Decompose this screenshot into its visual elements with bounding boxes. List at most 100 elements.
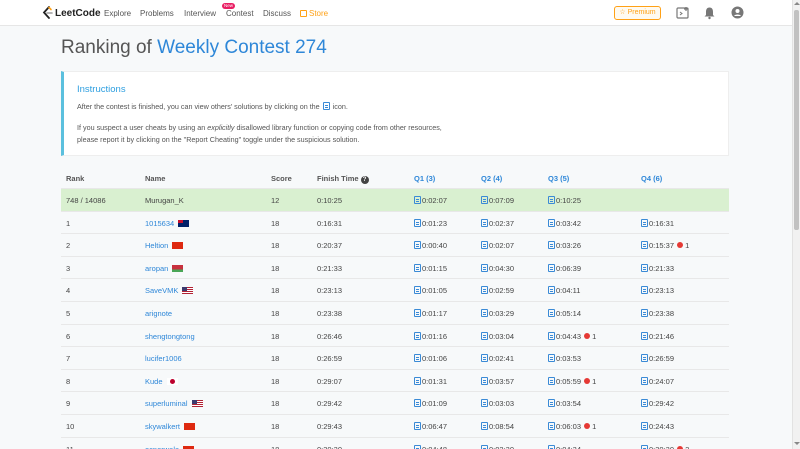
solution-doc-icon[interactable] xyxy=(481,444,488,449)
solution-doc-icon[interactable] xyxy=(641,309,648,317)
solution-doc-icon[interactable] xyxy=(481,218,488,227)
solution-doc-icon[interactable] xyxy=(641,286,648,295)
username-link[interactable]: Kude xyxy=(145,377,163,386)
nav-contest[interactable]: Contest xyxy=(226,9,254,18)
solution-doc-icon[interactable] xyxy=(414,309,421,317)
q2-time-cell[interactable]: 0:03:29 xyxy=(480,309,514,318)
q2-time-cell[interactable]: 0:07:09 xyxy=(480,196,514,205)
nav-explore[interactable]: Explore xyxy=(104,9,131,18)
solution-doc-icon[interactable] xyxy=(548,399,555,408)
bell-icon[interactable] xyxy=(703,6,716,20)
solution-doc-icon[interactable] xyxy=(641,444,648,449)
header-q3[interactable]: Q3 (5) xyxy=(548,174,569,183)
q4-time-cell[interactable]: 0:26:59 xyxy=(640,354,674,363)
q4-time-cell[interactable]: 0:23:13 xyxy=(640,286,674,295)
solution-doc-icon[interactable] xyxy=(641,263,648,272)
q3-time-cell[interactable]: 0:10:25 xyxy=(547,196,581,205)
solution-doc-icon[interactable] xyxy=(548,196,555,204)
q4-time-cell[interactable]: 0:21:46 xyxy=(640,331,674,341)
q1-time-cell[interactable]: 0:01:09 xyxy=(413,399,447,408)
solution-doc-icon[interactable] xyxy=(548,376,555,385)
solution-doc-icon[interactable] xyxy=(548,422,555,430)
q3-time-cell[interactable]: 0:06:03 1 xyxy=(547,422,596,431)
solution-doc-icon[interactable] xyxy=(414,422,421,430)
q4-time-cell[interactable]: 0:21:33 xyxy=(640,263,674,273)
q2-time-cell[interactable]: 0:02:07 xyxy=(480,241,514,250)
username-link[interactable]: Heltion xyxy=(145,241,168,250)
solution-doc-icon[interactable] xyxy=(414,286,421,295)
solution-doc-icon[interactable] xyxy=(548,263,555,272)
solution-doc-icon[interactable] xyxy=(641,241,648,250)
solution-doc-icon[interactable] xyxy=(414,331,421,340)
q4-time-cell[interactable]: 0:16:31 xyxy=(640,218,674,228)
solution-doc-icon[interactable] xyxy=(481,376,488,385)
avatar-icon[interactable] xyxy=(731,6,744,19)
page-scrollbar[interactable] xyxy=(792,0,800,449)
q1-time-cell[interactable]: 0:01:23 xyxy=(413,218,447,228)
nav-store[interactable]: Store xyxy=(300,9,328,18)
solution-doc-icon[interactable] xyxy=(548,218,555,227)
q1-time-cell[interactable]: 0:01:06 xyxy=(413,354,447,363)
solution-doc-icon[interactable] xyxy=(414,241,421,250)
username-link[interactable]: lucifer1006 xyxy=(145,354,182,363)
q4-time-cell[interactable]: 0:23:38 xyxy=(640,309,674,318)
q3-time-cell[interactable]: 0:06:39 xyxy=(547,263,581,273)
q2-time-cell[interactable]: 0:03:03 xyxy=(480,399,514,408)
q3-time-cell[interactable]: 0:04:43 1 xyxy=(547,331,596,341)
leetcode-logo[interactable]: LeetCode xyxy=(42,6,101,20)
solution-doc-icon[interactable] xyxy=(641,331,648,340)
q3-time-cell[interactable]: 0:04:11 xyxy=(547,286,580,295)
q1-time-cell[interactable]: 0:01:16 xyxy=(413,331,447,341)
q2-time-cell[interactable]: 0:03:57 xyxy=(480,376,514,386)
header-q1[interactable]: Q1 (3) xyxy=(414,174,435,183)
q2-time-cell[interactable]: 0:02:59 xyxy=(480,286,514,295)
solution-doc-icon[interactable] xyxy=(548,331,555,340)
q2-time-cell[interactable]: 0:08:54 xyxy=(480,422,514,431)
solution-doc-icon[interactable] xyxy=(548,444,555,449)
q3-time-cell[interactable]: 0:03:54 xyxy=(547,399,581,408)
q4-time-cell[interactable]: 0:29:42 xyxy=(640,399,674,408)
solution-doc-icon[interactable] xyxy=(548,286,555,295)
q4-time-cell[interactable]: 0:15:37 1 xyxy=(640,241,689,250)
q1-time-cell[interactable]: 0:01:17 xyxy=(413,309,447,318)
solution-doc-icon[interactable] xyxy=(641,399,648,408)
q1-time-cell[interactable]: 0:04:48 xyxy=(413,444,447,449)
q3-time-cell[interactable]: 0:03:42 xyxy=(547,218,581,228)
q1-time-cell[interactable]: 0:01:15 xyxy=(413,263,447,273)
nav-interview[interactable]: Interview xyxy=(184,9,216,18)
username-link[interactable]: SaveVMK xyxy=(145,286,178,295)
solution-doc-icon[interactable] xyxy=(481,331,488,340)
q3-time-cell[interactable]: 0:05:59 1 xyxy=(547,376,596,386)
q2-time-cell[interactable]: 0:02:30 xyxy=(480,444,514,449)
solution-doc-icon[interactable] xyxy=(414,218,421,227)
contest-link[interactable]: Weekly Contest 274 xyxy=(157,37,327,58)
q3-time-cell[interactable]: 0:03:26 xyxy=(547,241,581,250)
q4-time-cell[interactable]: 0:24:07 xyxy=(640,376,674,386)
q3-time-cell[interactable]: 0:05:14 xyxy=(547,309,581,318)
scroll-thumb[interactable] xyxy=(794,10,799,230)
scroll-down-arrow-icon[interactable] xyxy=(794,442,800,445)
solution-doc-icon[interactable] xyxy=(414,263,421,272)
username-link[interactable]: arignote xyxy=(145,309,172,318)
q2-time-cell[interactable]: 0:02:41 xyxy=(480,354,514,363)
solution-doc-icon[interactable] xyxy=(481,354,488,363)
nav-problems[interactable]: Problems xyxy=(140,9,174,18)
q1-time-cell[interactable]: 0:06:47 xyxy=(413,422,447,431)
header-q2[interactable]: Q2 (4) xyxy=(481,174,502,183)
solution-doc-icon[interactable] xyxy=(548,309,555,317)
solution-doc-icon[interactable] xyxy=(481,196,488,204)
q4-time-cell[interactable]: 0:24:43 xyxy=(640,422,674,431)
username-link[interactable]: ecnerwala xyxy=(145,445,179,449)
premium-button[interactable]: ☆ Premium xyxy=(614,6,661,20)
solution-doc-icon[interactable] xyxy=(481,309,488,317)
q3-time-cell[interactable]: 0:04:34 xyxy=(547,444,581,449)
username-link[interactable]: 1015634 xyxy=(145,219,174,228)
q2-time-cell[interactable]: 0:02:37 xyxy=(480,218,514,228)
q2-time-cell[interactable]: 0:03:04 xyxy=(480,331,514,341)
playground-icon[interactable] xyxy=(676,6,690,20)
solution-doc-icon[interactable] xyxy=(641,422,648,430)
solution-doc-icon[interactable] xyxy=(548,241,555,250)
solution-doc-icon[interactable] xyxy=(641,376,648,385)
q4-time-cell[interactable]: 0:30:30 2 xyxy=(640,444,689,449)
q2-time-cell[interactable]: 0:04:30 xyxy=(480,263,514,273)
